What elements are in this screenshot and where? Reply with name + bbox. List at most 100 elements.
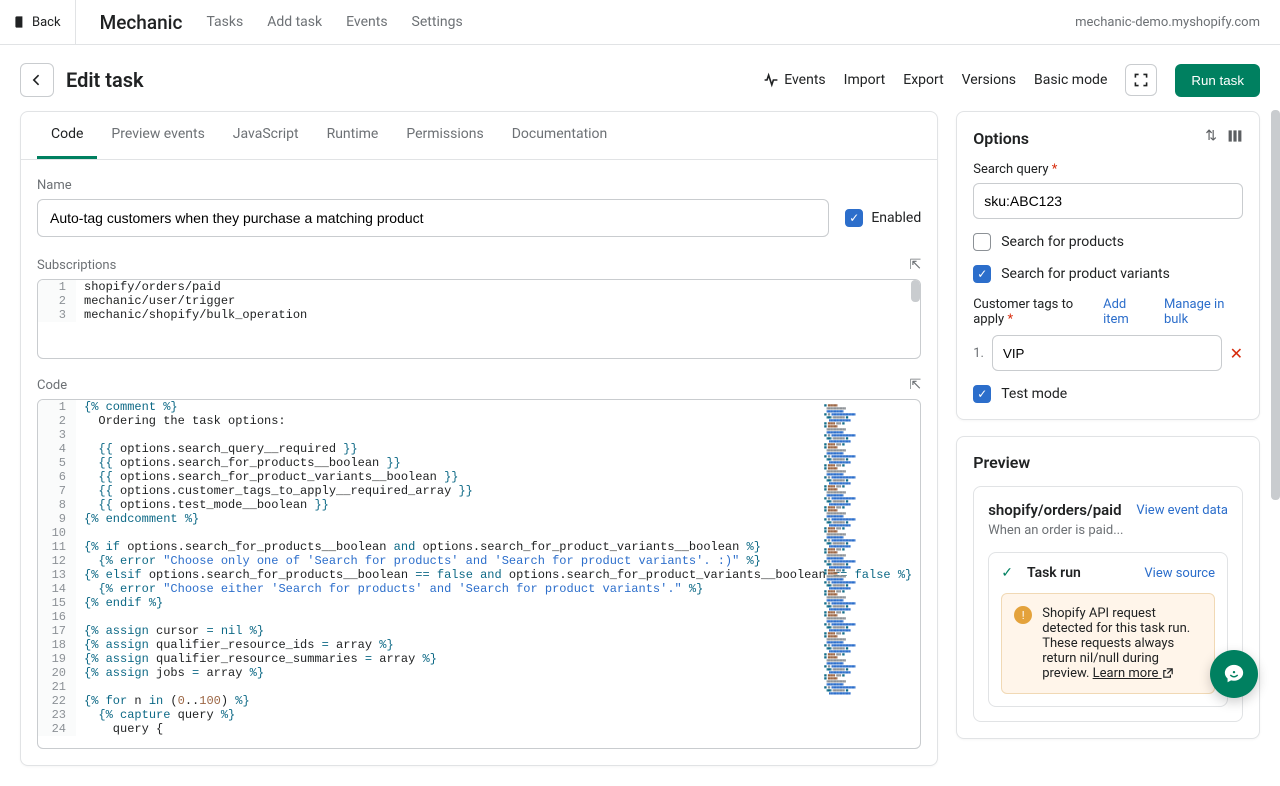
- name-input[interactable]: [37, 199, 829, 237]
- task-run-box: ✓ Task run View source ! Shopify API req…: [988, 552, 1228, 707]
- manage-bulk-link[interactable]: Manage in bulk: [1164, 297, 1243, 327]
- view-source-link[interactable]: View source: [1144, 566, 1215, 581]
- preview-box: shopify/orders/paid View event data When…: [973, 486, 1243, 722]
- tab-permissions[interactable]: Permissions: [392, 112, 497, 159]
- subscriptions-header: Subscriptions ⇱: [37, 257, 921, 273]
- tag-delete-icon[interactable]: ✕: [1230, 344, 1243, 363]
- nav-settings[interactable]: Settings: [412, 14, 463, 30]
- nav-tasks[interactable]: Tasks: [206, 14, 243, 30]
- tab-preview-events[interactable]: Preview events: [97, 112, 218, 159]
- basic-mode-link[interactable]: Basic mode: [1034, 72, 1107, 88]
- check-icon: ✓: [849, 212, 859, 224]
- events-label: Events: [784, 72, 825, 88]
- success-check-icon: ✓: [1001, 565, 1013, 581]
- subscriptions-label: Subscriptions: [37, 258, 116, 273]
- search-variants-label: Search for product variants: [1001, 266, 1170, 282]
- brand: Mechanic: [76, 11, 207, 34]
- add-item-link[interactable]: Add item: [1103, 297, 1150, 327]
- nav-add-task[interactable]: Add task: [267, 14, 322, 30]
- enabled-label: Enabled: [871, 210, 921, 226]
- search-variants-checkbox[interactable]: ✓: [973, 265, 991, 283]
- topbar: Back Mechanic Tasks Add task Events Sett…: [0, 0, 1280, 45]
- test-mode-checkbox[interactable]: ✓: [973, 385, 991, 403]
- external-link-icon: [1162, 667, 1174, 679]
- tab-runtime[interactable]: Runtime: [313, 112, 393, 159]
- sort-icon[interactable]: ⇅: [1205, 128, 1217, 148]
- code-editor[interactable]: 1{% comment %}2 Ordering the task option…: [37, 399, 921, 749]
- preview-card: Preview shopify/orders/paid View event d…: [956, 436, 1260, 739]
- minimap[interactable]: ██ ████████ ████████████████ ███████████…: [824, 404, 914, 744]
- activity-icon: [763, 72, 779, 88]
- learn-more-link[interactable]: Learn more: [1093, 666, 1174, 681]
- fullscreen-icon: [1133, 72, 1149, 88]
- back-button[interactable]: Back: [0, 0, 76, 44]
- tag-input[interactable]: [992, 335, 1222, 371]
- search-variants-row[interactable]: ✓ Search for product variants: [973, 265, 1243, 283]
- name-label: Name: [37, 178, 921, 193]
- expand-code-icon[interactable]: ⇱: [909, 377, 921, 393]
- export-link[interactable]: Export: [903, 72, 943, 88]
- tags-header: Customer tags to apply * Add item Manage…: [973, 297, 1243, 327]
- task-editor-card: Code Preview events JavaScript Runtime P…: [20, 111, 938, 766]
- versions-link[interactable]: Versions: [962, 72, 1016, 88]
- header-actions: Events Import Export Versions Basic mode…: [763, 64, 1260, 97]
- preview-event: shopify/orders/paid: [988, 501, 1121, 519]
- editor-body: Name ✓ Enabled Subscriptions ⇱ 1shopify/…: [21, 160, 937, 765]
- code-label: Code: [37, 378, 67, 393]
- options-icons: ⇅: [1205, 128, 1243, 148]
- nav-events[interactable]: Events: [346, 14, 387, 30]
- options-header: Options ⇅: [973, 128, 1243, 148]
- enabled-checkbox[interactable]: ✓: [845, 209, 863, 227]
- name-row: ✓ Enabled: [37, 199, 921, 237]
- tag-index: 1.: [973, 346, 984, 361]
- test-mode-label: Test mode: [1001, 386, 1067, 402]
- enabled-checkbox-wrap[interactable]: ✓ Enabled: [845, 209, 921, 227]
- fullscreen-button[interactable]: [1125, 64, 1157, 96]
- preview-event-row: shopify/orders/paid View event data: [988, 501, 1228, 519]
- search-query-label: Search query *: [973, 162, 1243, 177]
- search-products-row[interactable]: Search for products: [973, 233, 1243, 251]
- right-column: Options ⇅ Search query * Search for prod…: [956, 111, 1260, 739]
- search-products-checkbox[interactable]: [973, 233, 991, 251]
- view-event-data-link[interactable]: View event data: [1136, 503, 1228, 518]
- task-run-title: Task run: [1027, 565, 1081, 581]
- top-nav: Tasks Add task Events Settings: [206, 14, 462, 30]
- options-title: Options: [973, 129, 1029, 148]
- warning-icon: !: [1014, 606, 1032, 624]
- arrow-left-icon: [29, 72, 45, 88]
- search-query-input[interactable]: [973, 183, 1243, 219]
- columns-icon[interactable]: [1227, 128, 1243, 148]
- tab-documentation[interactable]: Documentation: [498, 112, 622, 159]
- tags-label: Customer tags to apply *: [973, 297, 1103, 327]
- preview-subtitle: When an order is paid...: [988, 523, 1228, 538]
- page-title: Edit task: [66, 68, 144, 92]
- code-header: Code ⇱: [37, 377, 921, 393]
- events-link[interactable]: Events: [763, 72, 825, 88]
- page-scrollbar[interactable]: [1271, 60, 1280, 520]
- shop-url: mechanic-demo.myshopify.com: [1075, 15, 1260, 30]
- test-mode-row[interactable]: ✓ Test mode: [973, 385, 1243, 403]
- check-icon: ✓: [977, 388, 987, 400]
- chat-icon: [1223, 663, 1245, 685]
- subscriptions-editor[interactable]: 1shopify/orders/paid2mechanic/user/trigg…: [37, 279, 921, 359]
- import-link[interactable]: Import: [844, 72, 886, 88]
- tab-code[interactable]: Code: [37, 112, 97, 159]
- subscriptions-scrollbar[interactable]: [911, 280, 920, 358]
- main: Code Preview events JavaScript Runtime P…: [0, 111, 1280, 786]
- notice-text: Shopify API request detected for this ta…: [1042, 606, 1202, 681]
- check-icon: ✓: [977, 268, 987, 280]
- page-header: Edit task Events Import Export Versions …: [0, 45, 1280, 111]
- tabs: Code Preview events JavaScript Runtime P…: [21, 112, 937, 160]
- back-icon: [14, 15, 28, 29]
- search-products-label: Search for products: [1001, 234, 1124, 250]
- chat-bubble[interactable]: [1210, 650, 1258, 698]
- preview-title: Preview: [973, 453, 1243, 472]
- task-run-head: ✓ Task run View source: [1001, 565, 1215, 581]
- options-card: Options ⇅ Search query * Search for prod…: [956, 111, 1260, 420]
- api-notice: ! Shopify API request detected for this …: [1001, 593, 1215, 694]
- tab-javascript[interactable]: JavaScript: [219, 112, 313, 159]
- expand-subscriptions-icon[interactable]: ⇱: [909, 257, 921, 273]
- run-task-button[interactable]: Run task: [1175, 64, 1260, 97]
- tag-item-row: 1. ✕: [973, 335, 1243, 371]
- back-arrow-button[interactable]: [20, 63, 54, 97]
